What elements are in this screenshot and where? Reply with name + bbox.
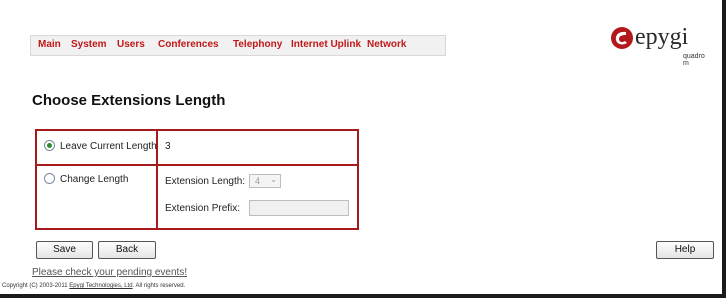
leave-current-length-label: Leave Current Length: [60, 141, 157, 152]
help-button[interactable]: Help: [656, 241, 714, 259]
menu-users[interactable]: Users: [117, 39, 145, 50]
chevron-down-icon: ⌄: [270, 175, 277, 184]
extension-prefix-label: Extension Prefix:: [165, 203, 241, 214]
extension-length-label: Extension Length:: [165, 176, 246, 187]
copyright-suffix: . All rights reserved.: [132, 283, 186, 289]
copyright-prefix: Copyright (C) 2003-2011: [2, 283, 70, 289]
current-length-value: 3: [165, 141, 171, 152]
save-button[interactable]: Save: [36, 241, 93, 259]
copyright-notice: Copyright (C) 2003-2011 Epygi Technologi…: [2, 283, 185, 289]
change-length-radio[interactable]: [44, 173, 55, 184]
back-button[interactable]: Back: [98, 241, 156, 259]
pending-events-link[interactable]: Please check your pending events!: [32, 267, 187, 278]
options-table: Leave Current Length 3 Change Length Ext…: [35, 129, 359, 230]
menu-main[interactable]: Main: [38, 39, 61, 50]
table-divider-horizontal: [37, 164, 357, 166]
company-link[interactable]: Epygi Technologies, Ltd: [69, 283, 132, 289]
menu-internet-uplink[interactable]: Internet Uplink: [291, 39, 361, 50]
extension-length-value: 4: [255, 176, 261, 186]
main-menu-bar: Main System Users Conferences Telephony …: [30, 35, 446, 56]
leave-current-length-radio[interactable]: [44, 140, 55, 151]
menu-system[interactable]: System: [71, 39, 107, 50]
menu-network[interactable]: Network: [367, 39, 406, 50]
epygi-logo: epygi quadro m: [610, 22, 708, 67]
epygi-logo-icon: [611, 27, 633, 49]
page-title: Choose Extensions Length: [32, 92, 226, 109]
menu-conferences[interactable]: Conferences: [158, 39, 219, 50]
logo-subtitle: quadro m: [683, 53, 705, 67]
extension-length-select[interactable]: 4 ⌄: [249, 174, 281, 188]
logo-wordmark: epygi: [635, 24, 689, 50]
menu-telephony[interactable]: Telephony: [233, 39, 282, 50]
extension-prefix-input[interactable]: [249, 200, 349, 216]
change-length-label: Change Length: [60, 174, 129, 185]
